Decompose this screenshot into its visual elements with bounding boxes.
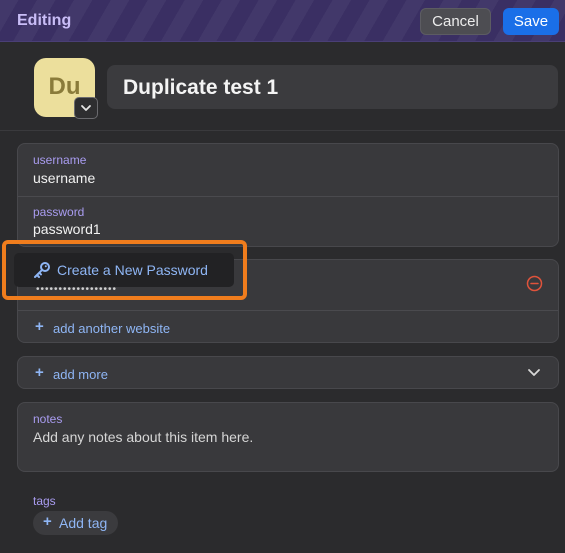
section-divider (0, 130, 565, 131)
add-more-card[interactable]: + add more (17, 356, 559, 389)
field-divider (18, 196, 558, 197)
field-divider (18, 310, 558, 311)
username-label: username (33, 153, 87, 167)
chevron-down-icon[interactable] (527, 366, 541, 378)
password-field[interactable]: password1 (33, 221, 101, 237)
add-tag-button[interactable]: + Add tag (33, 511, 118, 535)
minus-circle-icon[interactable] (526, 275, 543, 292)
login-fields-card: username username password password1 (17, 143, 559, 247)
highlight-frame (2, 240, 247, 300)
plus-icon: + (35, 364, 44, 381)
username-field[interactable]: username (33, 170, 95, 186)
avatar-dropdown-button[interactable] (74, 97, 98, 119)
save-button[interactable]: Save (503, 8, 559, 35)
add-tag-label: Add tag (59, 515, 108, 531)
password-label: password (33, 205, 85, 219)
notes-field[interactable]: Add any notes about this item here. (33, 429, 253, 445)
add-another-website-link[interactable]: add another website (53, 321, 170, 336)
editing-header: Editing Cancel Save (0, 0, 565, 42)
notes-card: notes Add any notes about this item here… (17, 402, 559, 472)
plus-icon: + (35, 318, 44, 335)
add-more-link[interactable]: add more (53, 367, 108, 382)
cancel-button[interactable]: Cancel (420, 8, 491, 35)
item-title-field[interactable]: Duplicate test 1 (107, 65, 558, 109)
tags-label: tags (33, 494, 56, 508)
chevron-down-icon (81, 105, 91, 111)
header-title: Editing (17, 12, 72, 29)
notes-label: notes (33, 412, 63, 426)
item-title[interactable]: Duplicate test 1 (123, 76, 278, 100)
plus-icon: + (43, 513, 52, 530)
